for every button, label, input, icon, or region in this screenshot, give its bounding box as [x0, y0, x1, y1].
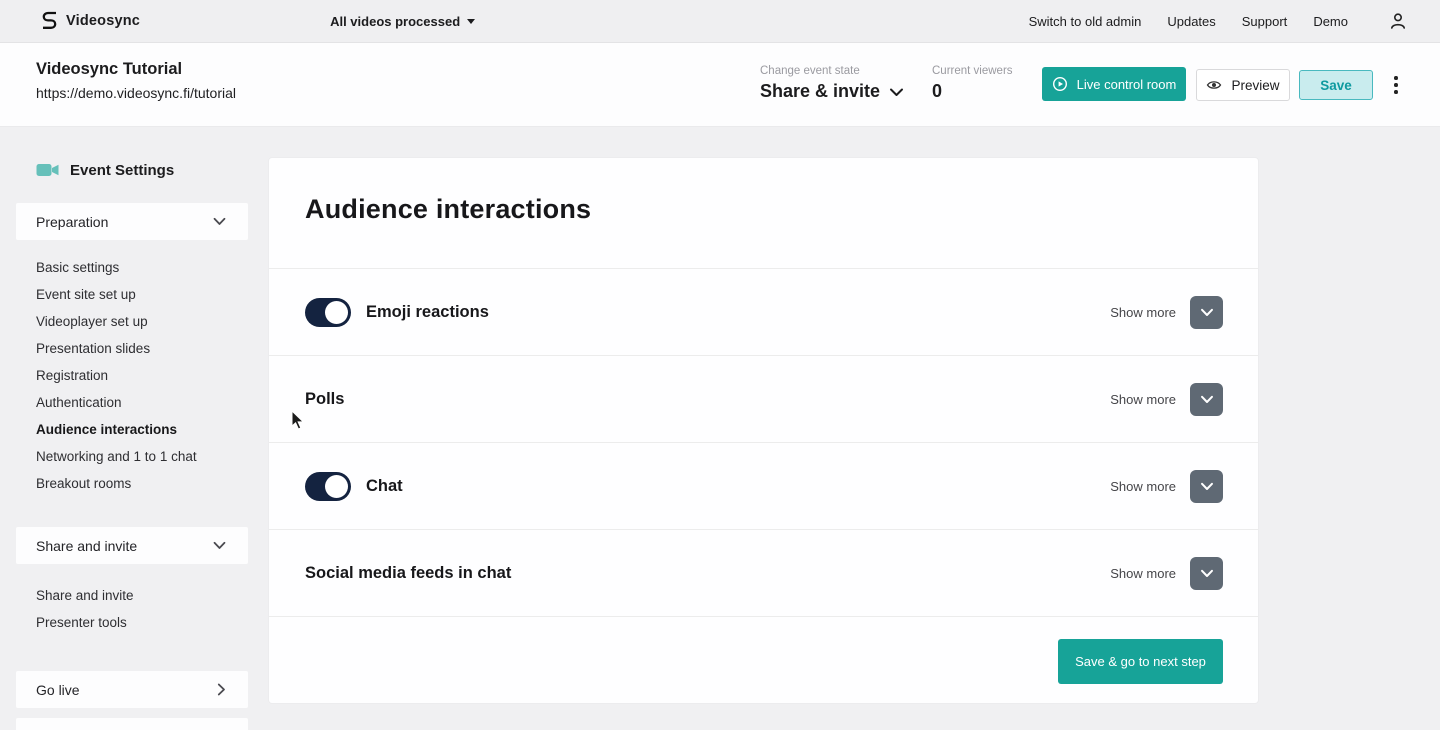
link-demo[interactable]: Demo — [1313, 14, 1348, 29]
link-updates[interactable]: Updates — [1167, 14, 1215, 29]
sidebar-item-presentation-slides[interactable]: Presentation slides — [16, 335, 248, 362]
sidebar-section-share-and-invite[interactable]: Share and invite — [16, 527, 248, 564]
row-polls: Polls Show more — [269, 356, 1258, 443]
go-live-label: Go live — [36, 681, 80, 698]
save-and-next-step-label: Save & go to next step — [1075, 653, 1206, 669]
video-camera-icon — [36, 164, 59, 176]
brand-name: Videosync — [66, 13, 141, 29]
chevron-down-icon — [1200, 569, 1213, 577]
videos-processed-label: All videos processed — [330, 13, 461, 29]
social-media-feeds-label: Social media feeds in chat — [305, 563, 512, 582]
current-viewers-group: Current viewers 0 — [932, 65, 1013, 102]
chevron-down-icon — [890, 88, 904, 96]
chat-toggle[interactable] — [305, 471, 351, 501]
show-more-link[interactable]: Show more — [1110, 566, 1176, 581]
toggle-knob — [325, 300, 348, 324]
link-switch-old-admin[interactable]: Switch to old admin — [1029, 14, 1142, 29]
row-social-media-feeds: Social media feeds in chat Show more — [269, 530, 1258, 617]
share-and-invite-label: Share and invite — [36, 537, 138, 554]
live-control-room-label: Live control room — [1076, 76, 1177, 92]
expand-emoji-reactions-button[interactable] — [1190, 295, 1223, 329]
sidebar-section-edit[interactable]: Edit — [16, 718, 248, 730]
current-viewers-label: Current viewers — [932, 65, 1013, 77]
sidebar-item-networking-1to1-chat[interactable]: Networking and 1 to 1 chat — [16, 443, 248, 470]
mouse-cursor — [291, 410, 305, 430]
sidebar-item-share-and-invite[interactable]: Share and invite — [16, 582, 248, 609]
chevron-down-icon — [213, 541, 226, 549]
emoji-reactions-toggle[interactable] — [305, 297, 351, 327]
sidebar-item-presenter-tools[interactable]: Presenter tools — [16, 609, 248, 636]
videos-processed-dropdown[interactable]: All videos processed — [330, 13, 476, 29]
emoji-reactions-label: Emoji reactions — [366, 302, 489, 321]
polls-label: Polls — [305, 389, 345, 408]
panel-footer: Save & go to next step — [269, 617, 1258, 705]
chevron-down-icon — [1200, 482, 1213, 490]
event-state-value: Share & invite — [760, 81, 881, 101]
topbar-links: Switch to old admin Updates Support Demo — [1029, 11, 1408, 31]
page-title: Videosync Tutorial — [36, 60, 183, 78]
row-chat: Chat Show more — [269, 443, 1258, 530]
save-label: Save — [1320, 77, 1352, 93]
save-and-next-step-button[interactable]: Save & go to next step — [1058, 638, 1223, 684]
sidebar-item-audience-interactions[interactable]: Audience interactions — [16, 416, 248, 443]
sidebar-title: Event Settings — [16, 155, 248, 185]
show-more-link[interactable]: Show more — [1110, 305, 1176, 320]
top-bar: Videosync All videos processed Switch to… — [0, 0, 1440, 43]
current-viewers-count: 0 — [932, 81, 943, 101]
event-state-dropdown[interactable]: Share & invite — [760, 81, 904, 102]
expand-polls-button[interactable] — [1190, 382, 1223, 416]
event-state-group: Change event state Share & invite — [760, 65, 904, 102]
sidebar-section-go-live[interactable]: Go live — [16, 671, 248, 708]
chevron-down-icon — [1200, 395, 1213, 403]
expand-chat-button[interactable] — [1190, 469, 1223, 503]
sidebar-title-label: Event Settings — [70, 161, 175, 179]
panel-heading: Audience interactions — [305, 194, 592, 224]
link-support[interactable]: Support — [1242, 14, 1288, 29]
chevron-down-icon — [1200, 308, 1213, 316]
chat-label: Chat — [366, 476, 403, 495]
sidebar-item-videoplayer-set-up[interactable]: Videoplayer set up — [16, 308, 248, 335]
event-state-label: Change event state — [760, 65, 860, 77]
toggle-knob — [325, 474, 348, 498]
show-more-link[interactable]: Show more — [1110, 392, 1176, 407]
event-url[interactable]: https://demo.videosync.fi/tutorial — [36, 85, 236, 101]
live-control-room-button[interactable]: Live control room — [1042, 67, 1186, 101]
row-emoji-reactions: Emoji reactions Show more — [269, 269, 1258, 356]
audience-interactions-panel: Audience interactions Emoji reactions Sh… — [268, 157, 1259, 704]
chevron-right-icon — [217, 683, 225, 696]
sidebar-item-registration[interactable]: Registration — [16, 362, 248, 389]
expand-social-media-button[interactable] — [1190, 556, 1223, 590]
page-header: Videosync Tutorial https://demo.videosyn… — [0, 43, 1440, 127]
panel-header: Audience interactions — [269, 158, 1258, 269]
chevron-down-icon — [213, 217, 226, 225]
videosync-logo-icon — [42, 11, 57, 29]
share-items: Share and invite Presenter tools — [16, 564, 248, 650]
caret-down-icon — [467, 18, 476, 24]
show-more-link[interactable]: Show more — [1110, 479, 1176, 494]
sidebar-item-event-site-set-up[interactable]: Event site set up — [16, 281, 248, 308]
more-options-kebab-icon[interactable] — [1390, 73, 1402, 97]
sidebar-item-authentication[interactable]: Authentication — [16, 389, 248, 416]
preparation-label: Preparation — [36, 213, 109, 230]
user-account-button[interactable] — [1388, 11, 1408, 31]
save-button[interactable]: Save — [1299, 70, 1373, 100]
preview-eye-icon — [1207, 81, 1222, 89]
preparation-items: Basic settings Event site set up Videopl… — [16, 240, 248, 507]
sidebar-section-preparation[interactable]: Preparation — [16, 203, 248, 240]
brand[interactable]: Videosync — [40, 10, 140, 32]
sidebar: Event Settings Preparation Basic setting… — [16, 155, 248, 730]
sidebar-item-breakout-rooms[interactable]: Breakout rooms — [16, 470, 248, 497]
person-icon — [1391, 13, 1405, 29]
sidebar-item-basic-settings[interactable]: Basic settings — [16, 254, 248, 281]
play-circle-icon — [1052, 76, 1067, 92]
preview-label: Preview — [1231, 77, 1280, 93]
preview-button[interactable]: Preview — [1196, 69, 1290, 101]
